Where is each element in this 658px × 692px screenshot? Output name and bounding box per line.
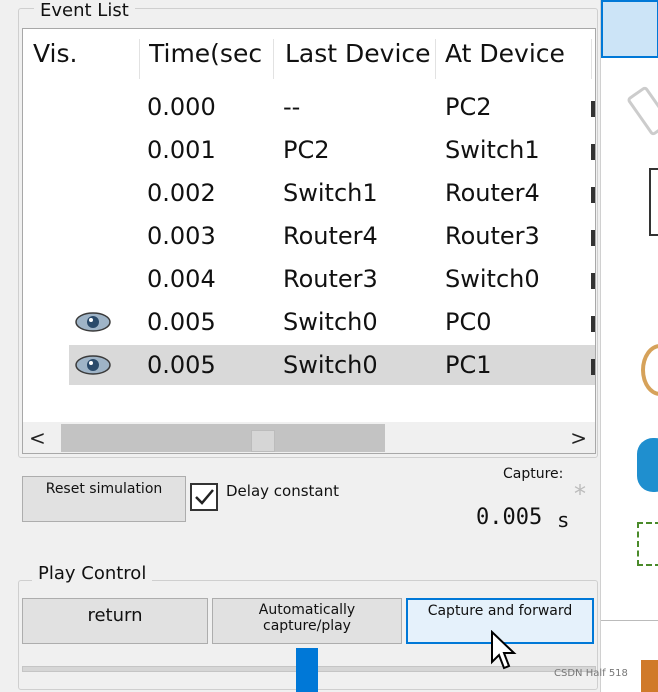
select-tool-icon[interactable] [601, 0, 658, 58]
table-row[interactable]: 0.000 -- PC2 [23, 87, 595, 127]
event-list-title: Event List [34, 0, 135, 21]
play-control-title: Play Control [32, 563, 153, 584]
time-cell: 0.000 [147, 93, 216, 121]
last-device-cell: PC2 [283, 136, 330, 164]
capture-label: Capture: [503, 466, 564, 482]
auto-capture-play-button[interactable]: Automatically capture/play [212, 598, 402, 644]
column-separator[interactable] [139, 39, 140, 79]
delay-constant-label: Delay constant [226, 482, 339, 500]
last-device-cell: Switch1 [283, 179, 378, 207]
at-device-cell: Router3 [445, 222, 540, 250]
right-toolbar-strip [600, 0, 658, 692]
table-row[interactable]: 0.005 Switch0 PC1 [23, 345, 595, 385]
scrollbar-track[interactable] [61, 424, 385, 452]
at-device-cell: Router4 [445, 179, 540, 207]
column-header-at-device[interactable]: At Device [445, 39, 565, 68]
truncated-column-indicator [591, 316, 595, 332]
column-header-vis[interactable]: Vis. [33, 39, 77, 68]
time-cell: 0.005 [147, 351, 216, 379]
return-button[interactable]: return [22, 598, 208, 644]
time-cell: 0.004 [147, 265, 216, 293]
reset-simulation-button[interactable]: Reset simulation [22, 476, 186, 522]
note-tool-icon[interactable] [649, 168, 658, 236]
column-header-time[interactable]: Time(sec [149, 39, 269, 68]
last-device-cell: Router3 [283, 265, 378, 293]
star-icon: * [574, 480, 586, 508]
column-separator[interactable] [273, 39, 274, 79]
eye-visibility-icon[interactable] [73, 310, 113, 334]
complex-pdu-icon[interactable] [641, 660, 658, 692]
at-device-cell: PC1 [445, 351, 492, 379]
time-cell: 0.003 [147, 222, 216, 250]
truncated-column-indicator [591, 359, 595, 375]
table-row[interactable]: 0.003 Router4 Router3 [23, 216, 595, 256]
truncated-column-indicator [591, 273, 595, 289]
play-speed-slider-thumb[interactable] [296, 648, 318, 692]
capture-time-unit: s [558, 508, 569, 532]
truncated-column-indicator [591, 101, 595, 117]
last-device-cell: Router4 [283, 222, 378, 250]
time-cell: 0.002 [147, 179, 216, 207]
at-device-cell: Switch0 [445, 265, 540, 293]
mouse-cursor-icon [491, 630, 517, 670]
watermark: CSDN Half 518 [554, 668, 628, 679]
checkmark-icon [195, 489, 214, 505]
column-header-last-device[interactable]: Last Device [285, 39, 431, 68]
resize-shape-icon[interactable] [641, 344, 658, 396]
scroll-right-arrow-icon[interactable]: > [570, 426, 587, 450]
table-row[interactable]: 0.001 PC2 Switch1 [23, 130, 595, 170]
truncated-column-indicator [591, 230, 595, 246]
scroll-left-arrow-icon[interactable]: < [29, 426, 46, 450]
column-separator[interactable] [591, 39, 592, 79]
truncated-column-indicator [591, 144, 595, 160]
add-pdu-icon[interactable] [637, 438, 658, 492]
last-device-cell: -- [283, 93, 301, 121]
at-device-cell: Switch1 [445, 136, 540, 164]
truncated-column-indicator [591, 187, 595, 203]
event-table[interactable]: Vis. Time(sec Last Device At Device 0.00… [22, 28, 596, 426]
scrollbar-thumb[interactable] [251, 430, 275, 452]
table-row[interactable]: 0.002 Switch1 Router4 [23, 173, 595, 213]
table-row[interactable]: 0.004 Router3 Switch0 [23, 259, 595, 299]
rectangle-tool-icon[interactable] [637, 522, 658, 566]
hand-tool-icon[interactable] [625, 85, 658, 137]
horizontal-scrollbar[interactable]: < > [22, 422, 596, 454]
time-cell: 0.001 [147, 136, 216, 164]
eye-visibility-icon[interactable] [73, 353, 113, 377]
last-device-cell: Switch0 [283, 351, 378, 379]
capture-time-value: 0.005 [476, 505, 543, 530]
last-device-cell: Switch0 [283, 308, 378, 336]
column-separator[interactable] [435, 39, 436, 79]
table-row[interactable]: 0.005 Switch0 PC0 [23, 302, 595, 342]
time-cell: 0.005 [147, 308, 216, 336]
delay-constant-checkbox[interactable] [190, 483, 218, 511]
at-device-cell: PC2 [445, 93, 492, 121]
at-device-cell: PC0 [445, 308, 492, 336]
toolbar-divider [601, 620, 658, 621]
